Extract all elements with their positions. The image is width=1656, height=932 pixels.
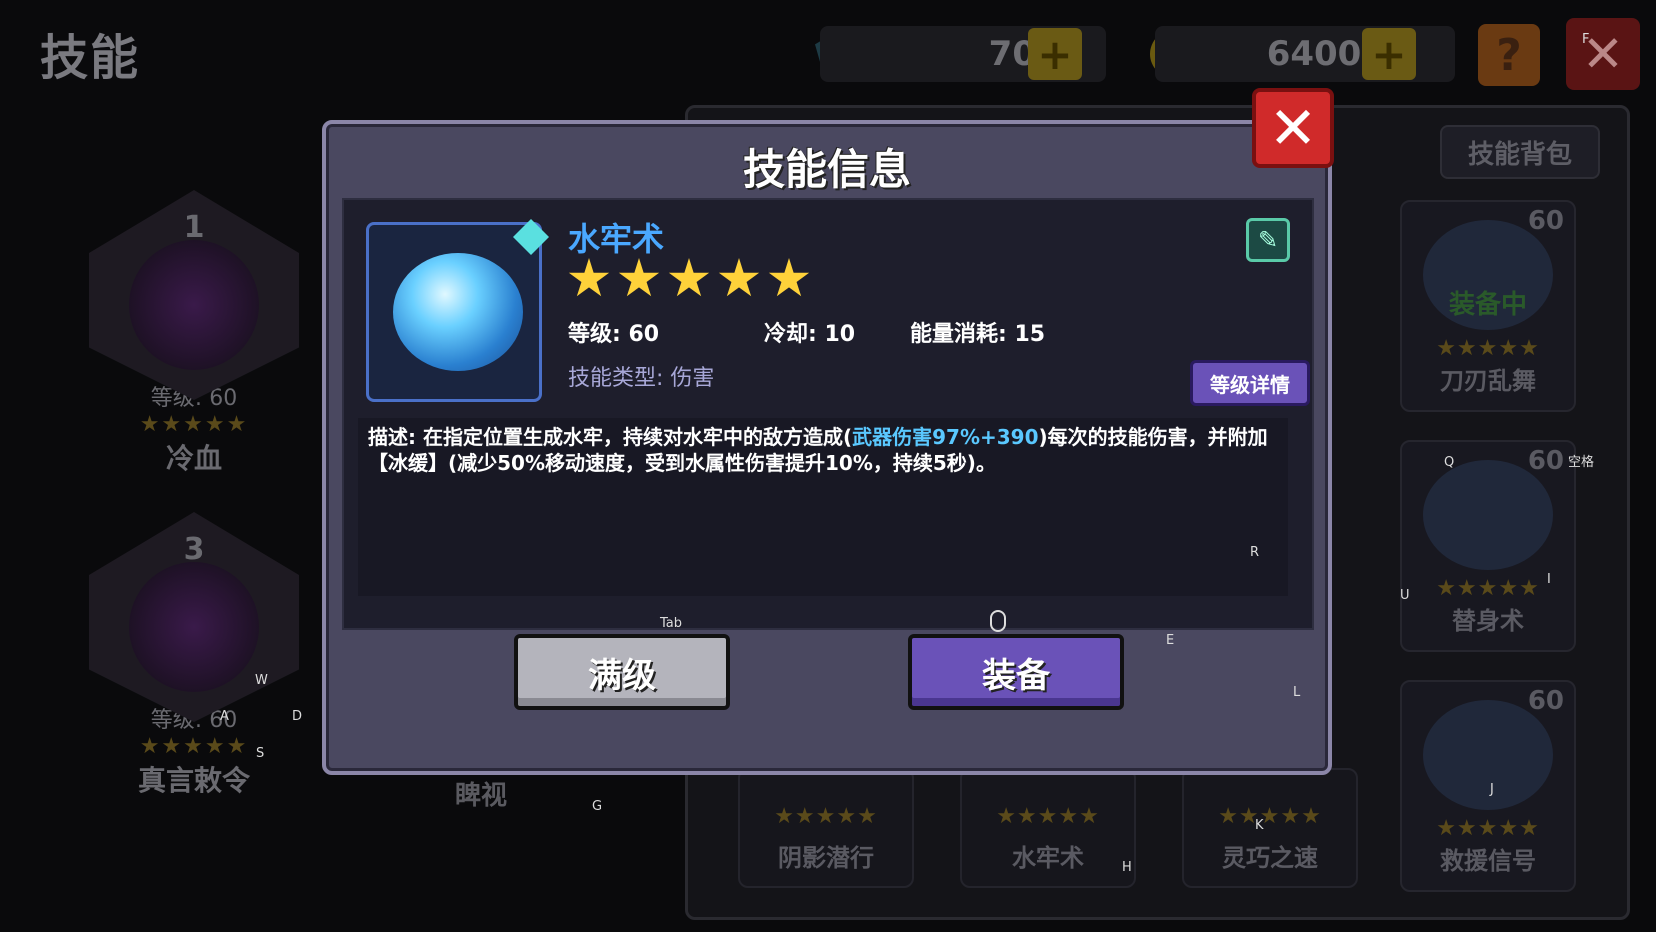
- key-hint-u: U: [1400, 588, 1410, 603]
- skill-description: 描述: 在指定位置生成水牢，持续对水牢中的敌方造成(武器伤害97%+390)每次…: [358, 418, 1288, 596]
- card-name: 替身术: [1452, 607, 1524, 635]
- dialog-title: 技能信息: [742, 145, 911, 194]
- card-name: 水牢术: [1012, 844, 1084, 872]
- star-rating: ★★★★★: [1436, 336, 1540, 361]
- help-button[interactable]: ?: [1478, 24, 1540, 86]
- key-hint-tab: Tab: [660, 616, 683, 631]
- skill-info-panel: 水牢术 等级: 60 冷却: 10 能量消耗: 15 技能类型: 伤害 ✎ 等级…: [342, 198, 1314, 630]
- key-hint-space: 空格: [1568, 455, 1595, 470]
- star-rating: ★★★★★: [139, 734, 249, 759]
- skill-name: 冷血: [165, 442, 222, 475]
- screen-close-button[interactable]: ✕: [1566, 18, 1640, 90]
- star-rating: ★★★★★: [139, 412, 249, 437]
- skill-card[interactable]: 60 装备中 ★★★★★ 刀刃乱舞: [1400, 200, 1576, 412]
- card-level: 60: [1527, 206, 1564, 236]
- key-hint-r: R: [1250, 545, 1260, 560]
- skill-card[interactable]: ★★★★★ 阴影潜行: [738, 768, 914, 888]
- skill-art: [129, 240, 259, 370]
- skill-cooldown: 冷却: 10: [764, 322, 856, 347]
- card-name: 救援信号: [1440, 847, 1536, 875]
- star-icon: [568, 258, 610, 297]
- card-name: 刀刃乱舞: [1440, 367, 1536, 395]
- card-level: 60: [1527, 686, 1564, 716]
- star-rating: ★★★★★: [1436, 816, 1540, 841]
- add-gems-button[interactable]: +: [1028, 28, 1082, 80]
- star-rating: ★★★★★: [774, 804, 878, 829]
- key-hint-l: L: [1293, 685, 1301, 700]
- key-hint-s: S: [256, 746, 265, 761]
- skill-name: 睥视: [455, 781, 508, 811]
- star-rating: ★★★★★: [996, 804, 1100, 829]
- tab-skill-bag[interactable]: 技能背包: [1440, 125, 1600, 179]
- card-level: 60: [1527, 446, 1564, 476]
- key-hint-h: H: [1122, 860, 1132, 875]
- edit-icon[interactable]: ✎: [1246, 218, 1290, 262]
- skill-card[interactable]: ★★★★★ 灵巧之速: [1182, 768, 1358, 888]
- damage-highlight: 武器伤害97%+390: [852, 425, 1039, 449]
- star-rating: ★★★★★: [1218, 804, 1322, 829]
- star-icon: [718, 258, 760, 297]
- skill-type: 技能类型: 伤害: [568, 366, 715, 391]
- star-icon: [768, 258, 810, 297]
- star-icon: [618, 258, 660, 297]
- skill-art: [1423, 700, 1553, 810]
- key-hint-i: I: [1547, 572, 1551, 587]
- skill-name: 真言敕令: [137, 764, 250, 797]
- skill-level: 等级: 60: [568, 322, 660, 347]
- gem-icon: [513, 219, 549, 255]
- description-text: 描述: 在指定位置生成水牢，持续对水牢中的敌方造成(: [368, 425, 853, 449]
- skill-card[interactable]: 60 ★★★★★ 替身术: [1400, 440, 1576, 652]
- star-rating: [568, 258, 810, 300]
- key-hint-j: J: [1490, 782, 1494, 797]
- max-level-button[interactable]: 满级: [514, 634, 730, 710]
- key-hint-a: A: [220, 709, 229, 724]
- card-name: 灵巧之速: [1222, 844, 1318, 872]
- equip-button[interactable]: 装备: [908, 634, 1124, 710]
- skill-card[interactable]: ★★★★★ 水牢术: [960, 768, 1136, 888]
- skill-icon-frame: [366, 219, 549, 402]
- dialog-close-button[interactable]: ✕: [1252, 88, 1334, 168]
- key-hint-q: Q: [1444, 455, 1455, 470]
- water-prison-icon: [393, 253, 523, 371]
- screen-title: 技能: [40, 30, 141, 86]
- key-hint-k: K: [1255, 818, 1264, 833]
- key-hint-e: E: [1166, 633, 1175, 648]
- skill-card[interactable]: 60 ★★★★★ 救援信号: [1400, 680, 1576, 892]
- skill-name: 水牢术: [568, 220, 665, 258]
- skill-art: [129, 562, 259, 692]
- key-hint-f: F: [1582, 32, 1590, 47]
- star-icon: [668, 258, 710, 297]
- slot-number: 3: [183, 532, 205, 567]
- skill-art: [1423, 460, 1553, 570]
- level-detail-button[interactable]: 等级详情: [1190, 360, 1310, 406]
- skill-info-dialog: 技能信息 水牢术 等级: 60 冷却: 10 能量消耗: 15 技能类型: 伤害…: [322, 120, 1332, 775]
- skill-energy-cost: 能量消耗: 15: [910, 322, 1046, 347]
- add-coins-button[interactable]: +: [1362, 28, 1416, 80]
- equipped-skill-slot-1[interactable]: 1 等级: 60 ★★★★★ 冷血: [74, 190, 314, 477]
- equipped-badge: 装备中: [1448, 290, 1527, 320]
- mouse-icon: [990, 610, 1006, 632]
- equipped-skill-slot-3[interactable]: 3 等级: 60 ★★★★★ 真言敕令: [74, 512, 314, 799]
- key-hint-g: G: [592, 799, 603, 814]
- card-name: 阴影潜行: [778, 844, 874, 872]
- key-hint-d: D: [292, 709, 303, 724]
- slot-number: 1: [183, 210, 205, 245]
- key-hint-w: W: [255, 673, 268, 688]
